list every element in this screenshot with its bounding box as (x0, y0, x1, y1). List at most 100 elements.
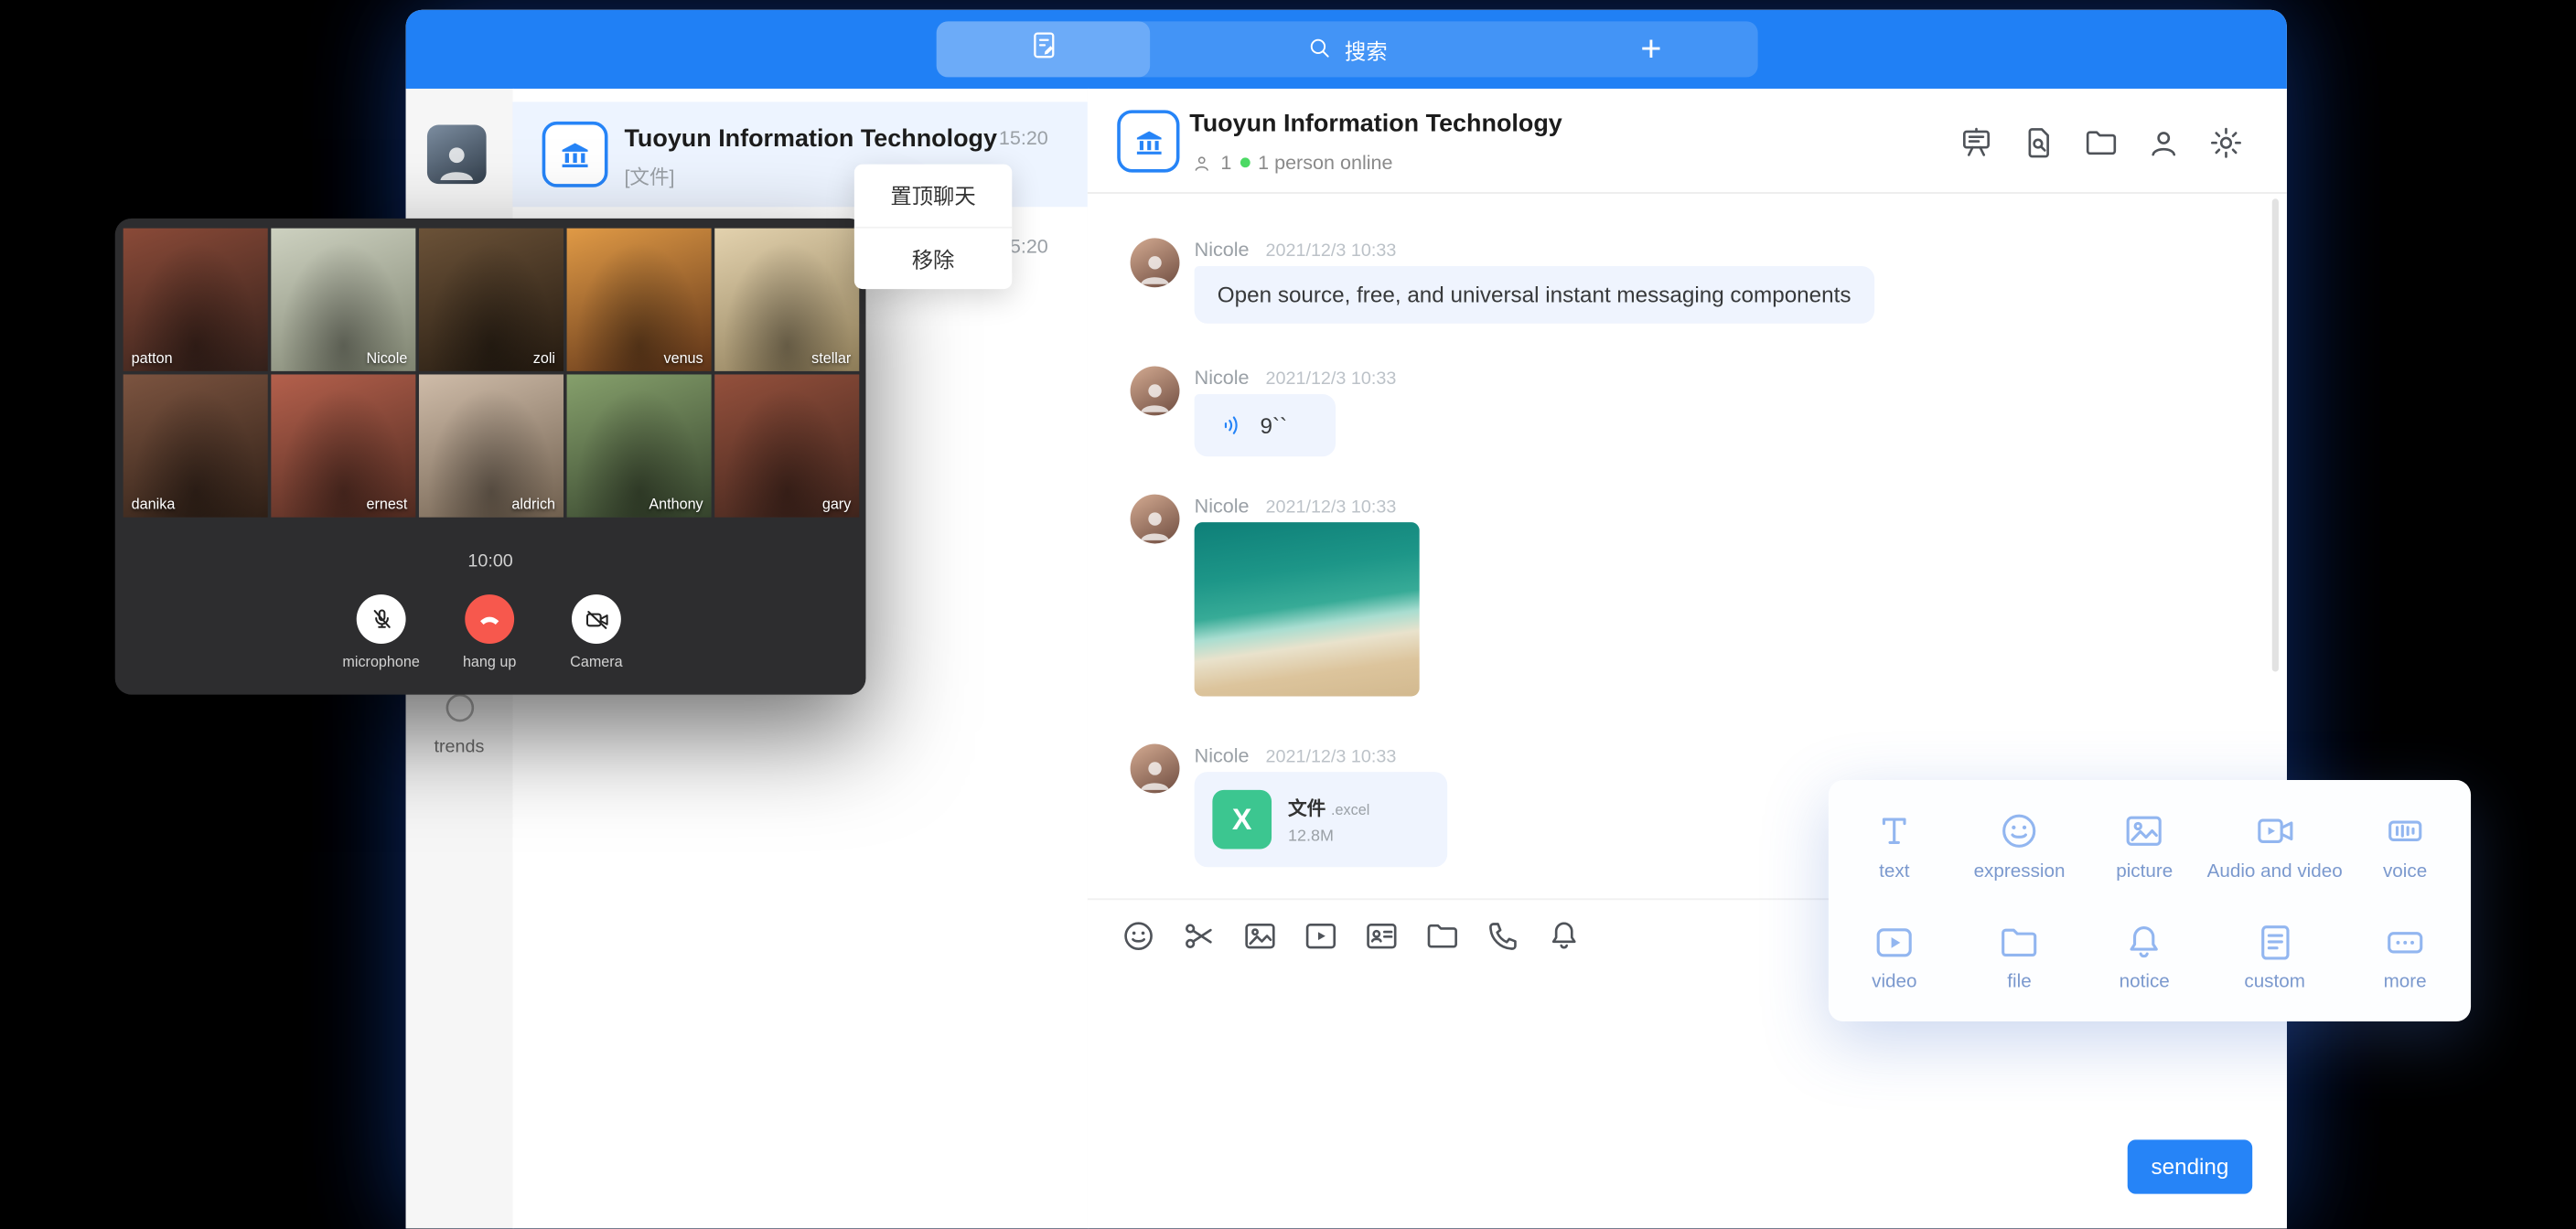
participant-tile[interactable]: stellar (714, 229, 859, 371)
panel-item-expression[interactable]: expression (1957, 790, 2082, 901)
chat-title: Tuoyun Information Technology (1189, 110, 1562, 138)
participant-tile[interactable]: venus (567, 229, 712, 371)
participant-tile[interactable]: Nicole (271, 229, 415, 371)
stage: 搜索 + trends (0, 0, 2576, 1228)
participant-tile[interactable]: zoli (419, 229, 564, 371)
participant-tile[interactable]: ernest (271, 374, 415, 517)
call-icon[interactable] (1486, 918, 1522, 955)
avatar[interactable] (1131, 495, 1180, 544)
image-message-beach-photo[interactable] (1195, 522, 1420, 696)
participant-name: gary (822, 496, 851, 512)
panel-item-label: custom (2244, 973, 2305, 993)
hang-up-icon (475, 604, 504, 634)
panel-item-text[interactable]: text (1831, 790, 1957, 901)
panel-item-voice[interactable]: voice (2343, 790, 2468, 901)
announcement-icon[interactable] (1959, 124, 1995, 161)
excel-file-icon: X (1212, 790, 1272, 850)
file-icon (1997, 920, 2041, 964)
panel-item-file[interactable]: file (1957, 901, 2082, 1011)
file-name: 文件 (1288, 799, 1326, 819)
avatar-silhouette (1135, 753, 1175, 793)
add-button[interactable]: + (1544, 21, 1757, 77)
participant-tile[interactable]: patton (123, 229, 268, 371)
conversation-last-message: [文件] (624, 163, 674, 191)
message-time: 2021/12/3 10:33 (1266, 241, 1397, 262)
participant-tile[interactable]: gary (714, 374, 859, 517)
voice-message-bubble[interactable]: 9`` (1195, 394, 1336, 456)
trends-icon (441, 689, 478, 726)
control-label: hang up (437, 654, 542, 670)
participant-name: patton (132, 350, 173, 367)
company-icon (1117, 110, 1179, 172)
video-icon[interactable] (1303, 918, 1339, 955)
microphone-control: microphone (328, 594, 434, 670)
participant-tile[interactable]: Anthony (567, 374, 712, 517)
plus-icon: + (1640, 28, 1661, 71)
menu-item-pin-chat[interactable]: 置顶聊天 (854, 165, 1012, 226)
panel-item-video[interactable]: video (1831, 901, 1957, 1011)
conversation-title: Tuoyun Information Technology (624, 124, 997, 153)
participant-name: aldrich (511, 496, 555, 512)
send-button[interactable]: sending (2128, 1139, 2252, 1193)
file-search-icon[interactable] (2021, 124, 2057, 161)
sidebar-item-trends[interactable]: trends (406, 689, 513, 757)
folder-icon[interactable] (1424, 918, 1461, 955)
screenshot-icon[interactable] (1181, 918, 1218, 955)
control-label: Camera (543, 654, 649, 670)
avatar[interactable] (1131, 366, 1180, 415)
contact-card-icon[interactable] (1364, 918, 1401, 955)
file-message-bubble[interactable]: X 文件 .excel 12.8M (1195, 772, 1448, 867)
settings-icon[interactable] (2208, 124, 2245, 161)
notes-button[interactable] (937, 21, 1150, 77)
input-toolbar (1121, 918, 1583, 955)
avatar-silhouette (434, 138, 479, 184)
mic-off-icon (367, 605, 395, 634)
hang-up-button[interactable] (465, 594, 514, 644)
search-input[interactable]: 搜索 (1150, 21, 1544, 77)
user-avatar[interactable] (427, 124, 487, 184)
notice-icon[interactable] (1546, 918, 1583, 955)
sender-name: Nicole2021/12/3 10:33 (1195, 495, 1397, 518)
panel-item-custom[interactable]: custom (2207, 901, 2343, 1011)
more-icon (2383, 920, 2427, 964)
chat-header: Tuoyun Information Technology 1 1 person… (1088, 89, 2287, 194)
emoji-icon[interactable] (1121, 918, 1157, 955)
expression-icon (1997, 809, 2041, 853)
mute-microphone-button[interactable] (357, 594, 406, 644)
custom-icon (2252, 920, 2296, 964)
menu-item-remove[interactable]: 移除 (854, 226, 1012, 289)
panel-item-notice[interactable]: notice (2082, 901, 2207, 1011)
participant-grid: patton Nicole zoli venus stellar danika … (123, 229, 860, 518)
online-dot (1240, 157, 1250, 167)
member-icon[interactable] (2145, 124, 2182, 161)
message-time: 2021/12/3 10:33 (1266, 497, 1397, 518)
participant-name: Nicole (366, 350, 407, 367)
panel-item-audio-video[interactable]: Audio and video (2207, 790, 2343, 901)
member-count: 1 (1220, 151, 1231, 174)
hang-up-control: hang up (437, 594, 542, 670)
note-icon (1027, 29, 1058, 69)
panel-item-label: voice (2383, 861, 2427, 882)
participant-name: danika (132, 496, 176, 512)
online-status: 1 person online (1258, 151, 1392, 174)
control-label: microphone (328, 654, 434, 670)
file-ext: .excel (1331, 801, 1369, 818)
participant-tile[interactable]: aldrich (419, 374, 564, 517)
scrollbar[interactable] (2272, 198, 2279, 671)
message-bubble[interactable]: Open source, free, and universal instant… (1195, 266, 1874, 324)
panel-item-picture[interactable]: picture (2082, 790, 2207, 901)
panel-item-more[interactable]: more (2343, 901, 2468, 1011)
notice-icon (2122, 920, 2166, 964)
camera-control: Camera (543, 594, 649, 670)
avatar[interactable] (1131, 238, 1180, 287)
picture-icon (2122, 809, 2166, 853)
avatar[interactable] (1131, 744, 1180, 794)
search-icon (1307, 34, 1334, 65)
picture-icon[interactable] (1242, 918, 1279, 955)
titlebar: 搜索 + (406, 10, 2287, 89)
participant-tile[interactable]: danika (123, 374, 268, 517)
folder-icon[interactable] (2083, 124, 2120, 161)
audio-video-icon (2252, 809, 2296, 853)
toggle-camera-button[interactable] (572, 594, 621, 644)
avatar-silhouette (1135, 248, 1175, 287)
